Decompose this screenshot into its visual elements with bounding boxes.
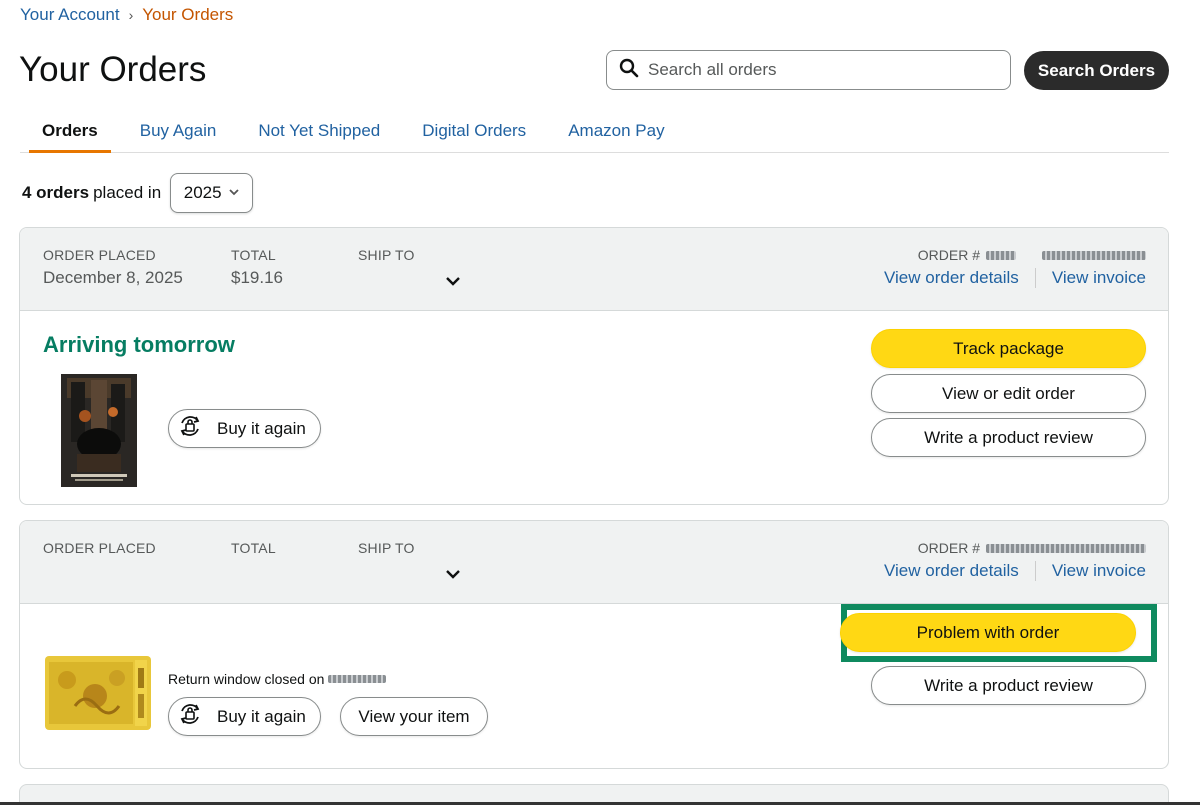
- view-or-edit-order-button[interactable]: View or edit order: [871, 374, 1146, 413]
- chevron-down-icon: [222, 183, 240, 203]
- filter-text: placed in: [93, 183, 162, 202]
- track-package-button[interactable]: Track package: [871, 329, 1146, 368]
- breadcrumb-your-account-link[interactable]: Your Account: [20, 5, 120, 25]
- breadcrumb-current: Your Orders: [142, 5, 234, 24]
- chevron-down-icon[interactable]: [444, 274, 462, 288]
- order-total: $19.16: [231, 268, 283, 287]
- redacted-order-number: [986, 250, 1016, 260]
- order-number: ORDER #: [918, 247, 1146, 263]
- buy-it-again-label: Buy it again: [217, 418, 306, 438]
- order-tabs: Orders Buy Again Not Yet Shipped Digital…: [20, 112, 1169, 153]
- view-your-item-button[interactable]: View your item: [340, 697, 488, 736]
- view-order-details-link[interactable]: View order details: [884, 268, 1019, 288]
- search-input[interactable]: [648, 60, 988, 80]
- year-select[interactable]: 2025: [170, 173, 254, 213]
- order-header: ORDER PLACED TOTAL SHIP TO ORDER # View …: [20, 521, 1168, 604]
- order-placed-label: ORDER PLACED: [43, 247, 156, 263]
- year-select-value: 2025: [183, 183, 222, 202]
- product-image[interactable]: [61, 374, 137, 487]
- redacted-order-number: [986, 543, 1146, 553]
- buy-it-again-label: Buy it again: [217, 706, 306, 726]
- view-invoice-link[interactable]: View invoice: [1052, 561, 1146, 581]
- product-image[interactable]: [45, 656, 151, 730]
- reorder-icon: [175, 699, 217, 734]
- tab-amazon-pay[interactable]: Amazon Pay: [568, 112, 664, 152]
- total-label: TOTAL: [231, 247, 276, 263]
- write-product-review-button[interactable]: Write a product review: [871, 666, 1146, 705]
- order-count: 4 orders: [22, 183, 90, 202]
- order-card: ORDER PLACED December 8, 2025 TOTAL $19.…: [19, 227, 1169, 505]
- orders-filter: 4 orders placed in 2025: [22, 173, 254, 213]
- order-placed-date: December 8, 2025: [43, 268, 183, 287]
- tab-buy-again[interactable]: Buy Again: [140, 112, 217, 152]
- breadcrumb: Your Account › Your Orders: [20, 5, 233, 25]
- order-links: View order details View invoice: [884, 268, 1146, 288]
- search-orders-button[interactable]: Search Orders: [1024, 51, 1169, 90]
- redacted-date: [328, 675, 387, 683]
- order-header: ORDER PLACED December 8, 2025 TOTAL $19.…: [20, 228, 1168, 311]
- chevron-down-icon[interactable]: [444, 567, 462, 581]
- tab-orders[interactable]: Orders: [29, 112, 111, 153]
- total-label: TOTAL: [231, 540, 276, 556]
- order-placed-label: ORDER PLACED: [43, 540, 156, 556]
- return-window-text: Return window closed on: [168, 671, 325, 687]
- page-title: Your Orders: [19, 50, 207, 89]
- order-links: View order details View invoice: [884, 561, 1146, 581]
- problem-with-order-button[interactable]: Problem with order: [840, 613, 1136, 652]
- redacted-order-number: [1042, 250, 1146, 260]
- order-number: ORDER #: [918, 540, 1146, 556]
- search-icon: [619, 58, 639, 83]
- write-product-review-button[interactable]: Write a product review: [871, 418, 1146, 457]
- divider: [1034, 561, 1036, 581]
- tab-digital-orders[interactable]: Digital Orders: [422, 112, 526, 152]
- breadcrumb-separator: ›: [128, 7, 134, 23]
- buy-it-again-button[interactable]: Buy it again: [168, 409, 321, 448]
- buy-it-again-button[interactable]: Buy it again: [168, 697, 321, 736]
- return-window-note: Return window closed on: [168, 671, 387, 687]
- ship-to-label: SHIP TO: [358, 540, 415, 556]
- view-invoice-link[interactable]: View invoice: [1052, 268, 1146, 288]
- search-box[interactable]: [606, 50, 1011, 90]
- divider: [1034, 268, 1036, 288]
- reorder-icon: [175, 411, 217, 446]
- ship-to-label: SHIP TO: [358, 247, 415, 263]
- tab-not-yet-shipped[interactable]: Not Yet Shipped: [258, 112, 380, 152]
- delivery-status: Arriving tomorrow: [43, 332, 235, 357]
- view-order-details-link[interactable]: View order details: [884, 561, 1019, 581]
- order-card: ORDER PLACED TOTAL SHIP TO ORDER # View …: [19, 520, 1169, 769]
